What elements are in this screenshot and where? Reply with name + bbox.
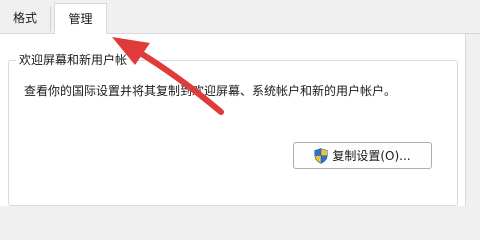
copy-settings-label: 复制设置(O)... — [332, 149, 411, 163]
tab-format[interactable]: 格式 — [0, 6, 51, 31]
uac-shield-icon — [314, 147, 328, 164]
group-title: 欢迎屏幕和新用户帐 — [16, 51, 131, 68]
group-description: 查看你的国际设置并将其复制到欢迎屏幕、系统帐户和新的用户帐户。 — [24, 84, 397, 98]
region-settings-window: 格式 管理 欢迎屏幕和新用户帐 查看你的国际设置并将其复制到欢迎屏幕、系统帐户和… — [0, 0, 480, 206]
tab-manage[interactable]: 管理 — [54, 3, 107, 34]
copy-settings-button[interactable]: 复制设置(O)... — [293, 142, 432, 169]
tab-strip: 格式 管理 — [0, 0, 480, 34]
